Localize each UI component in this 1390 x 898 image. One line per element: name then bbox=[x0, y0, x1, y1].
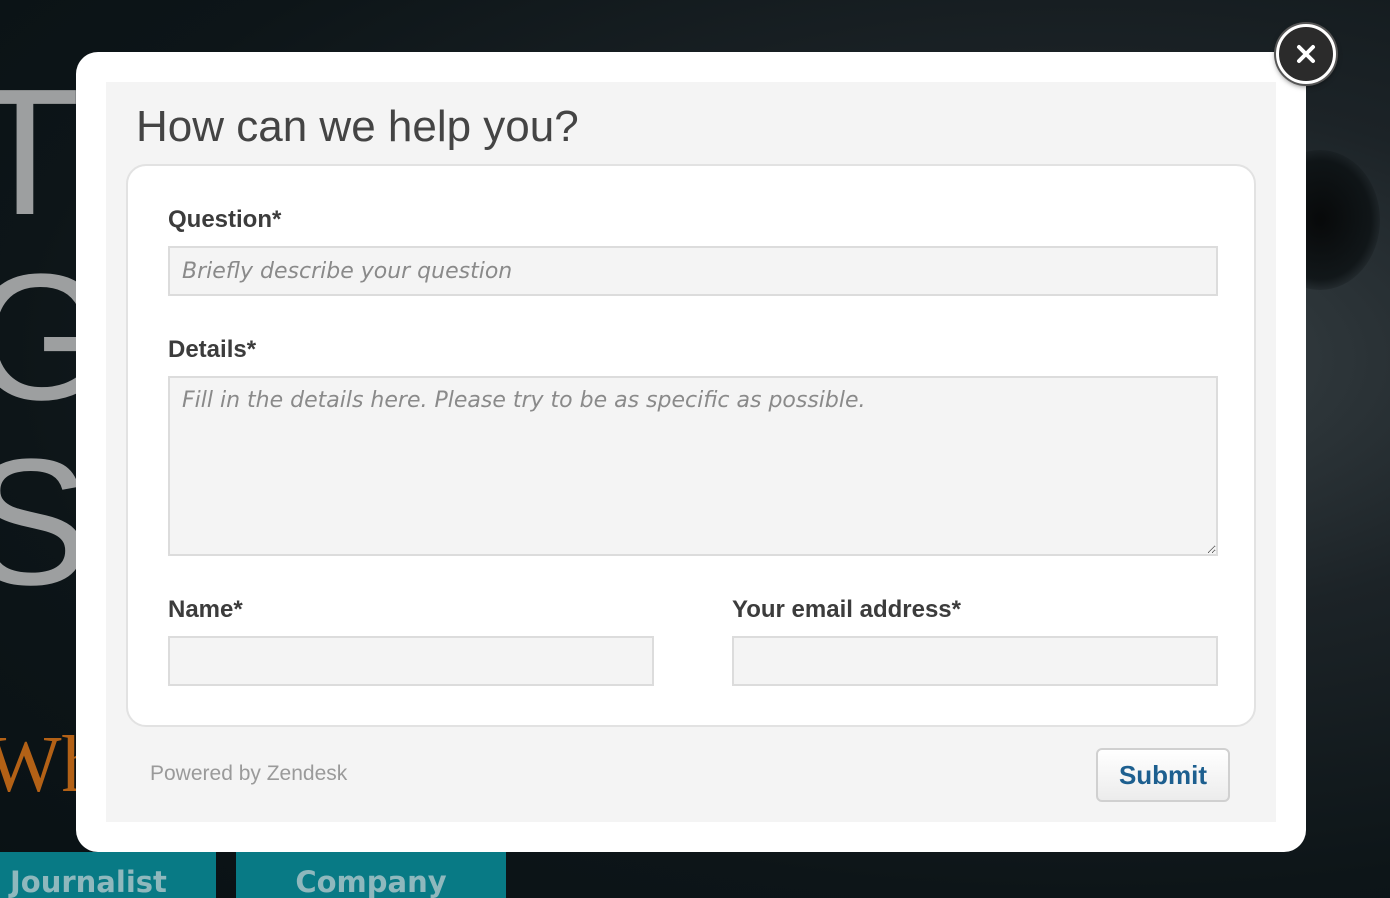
modal-content: How can we help you? Question* Details* … bbox=[106, 82, 1276, 822]
journalist-button[interactable]: Journalist bbox=[0, 852, 216, 898]
name-input[interactable] bbox=[168, 636, 654, 686]
details-textarea[interactable] bbox=[168, 376, 1218, 556]
submit-button[interactable]: Submit bbox=[1096, 748, 1230, 802]
question-label: Question* bbox=[168, 206, 282, 233]
powered-by-link[interactable]: Powered by Zendesk bbox=[150, 762, 347, 786]
close-button[interactable] bbox=[1276, 24, 1336, 84]
company-button[interactable]: Company bbox=[236, 852, 506, 898]
email-label: Your email address* bbox=[732, 596, 961, 623]
name-label: Name* bbox=[168, 596, 243, 623]
help-modal: How can we help you? Question* Details* … bbox=[76, 52, 1306, 852]
close-icon bbox=[1297, 45, 1315, 63]
email-input[interactable] bbox=[732, 636, 1218, 686]
help-form: Question* Details* Name* Your email addr… bbox=[126, 164, 1256, 727]
modal-title: How can we help you? bbox=[136, 102, 579, 151]
question-input[interactable] bbox=[168, 246, 1218, 296]
details-label: Details* bbox=[168, 336, 257, 363]
